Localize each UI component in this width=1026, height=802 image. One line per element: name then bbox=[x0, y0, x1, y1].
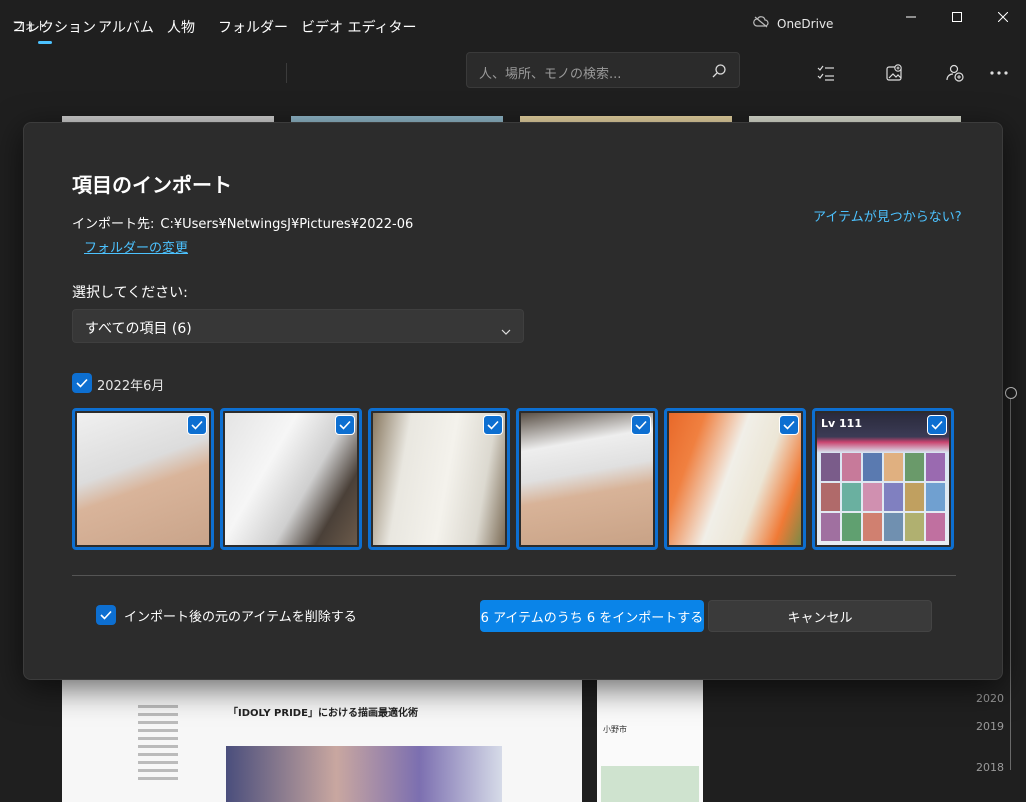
group-select-checkbox[interactable] bbox=[72, 373, 92, 393]
add-person-icon[interactable] bbox=[944, 62, 966, 84]
import-destination: インポート先: C:¥Users¥NetwingsJ¥Pictures¥2022-… bbox=[72, 213, 413, 232]
article-title: 「IDOLY PRIDE」における描画最適化術 bbox=[228, 708, 418, 719]
map-place-name: 小野市 bbox=[603, 725, 627, 734]
import-thumbnail[interactable] bbox=[72, 408, 214, 550]
tab-collection[interactable]: コレクション bbox=[12, 17, 96, 44]
dropdown-value: すべての項目 (6) bbox=[85, 321, 192, 337]
nav-divider bbox=[286, 63, 287, 83]
dialog-divider bbox=[72, 575, 956, 576]
tab-folder[interactable]: フォルダー bbox=[218, 17, 288, 37]
checkmark-icon bbox=[487, 420, 499, 430]
minimize-icon bbox=[906, 16, 916, 18]
checkmark-icon bbox=[76, 378, 88, 388]
destination-path: C:¥Users¥NetwingsJ¥Pictures¥2022-06 bbox=[160, 217, 414, 232]
tab-album[interactable]: アルバム bbox=[98, 17, 154, 37]
import-button[interactable]: 6 アイテムのうち 6 をインポートする bbox=[480, 600, 704, 632]
import-dialog: 項目のインポート インポート先: C:¥Users¥NetwingsJ¥Pictu… bbox=[23, 122, 1003, 680]
thumbnail-checkbox[interactable] bbox=[927, 415, 947, 435]
timeline-year[interactable]: 2019 bbox=[976, 720, 1004, 733]
article-image bbox=[226, 746, 502, 802]
checkmark-icon bbox=[100, 610, 112, 620]
close-button[interactable] bbox=[980, 0, 1026, 34]
thumbnail-checkbox[interactable] bbox=[631, 415, 651, 435]
checkmark-icon bbox=[191, 420, 203, 430]
gallery-thumbnail-article[interactable]: 「IDOLY PRIDE」における描画最適化術 bbox=[62, 680, 582, 802]
checkmark-icon bbox=[783, 420, 795, 430]
card-grid bbox=[821, 453, 945, 541]
import-thumbnail[interactable]: Lv 111 bbox=[812, 408, 954, 550]
close-icon bbox=[998, 12, 1008, 22]
cloud-off-icon bbox=[753, 16, 769, 31]
level-badge: Lv 111 bbox=[821, 417, 862, 430]
tab-video-editor[interactable]: ビデオ エディター bbox=[301, 17, 416, 37]
checkmark-icon bbox=[339, 420, 351, 430]
timeline-track[interactable] bbox=[1010, 390, 1011, 770]
maximize-icon bbox=[952, 12, 962, 22]
chevron-down-icon bbox=[501, 320, 511, 339]
import-thumbnail[interactable] bbox=[220, 408, 362, 550]
cancel-button[interactable]: キャンセル bbox=[708, 600, 932, 632]
timeline-scrubber[interactable] bbox=[1005, 387, 1017, 399]
article-sidebar bbox=[138, 700, 178, 785]
import-thumbnail[interactable] bbox=[368, 408, 510, 550]
tab-people[interactable]: 人物 bbox=[167, 17, 195, 37]
select-list-icon[interactable] bbox=[815, 62, 837, 84]
filter-dropdown[interactable]: すべての項目 (6) bbox=[72, 309, 524, 343]
gallery-thumbnail-map[interactable]: 小野市 bbox=[597, 680, 703, 802]
import-thumbnail[interactable] bbox=[516, 408, 658, 550]
thumbnail-checkbox[interactable] bbox=[779, 415, 799, 435]
change-folder-link[interactable]: フォルダーの変更 bbox=[84, 237, 188, 256]
image-import-icon[interactable] bbox=[884, 62, 906, 84]
onedrive-label: OneDrive bbox=[777, 16, 834, 31]
timeline-year[interactable]: 2020 bbox=[976, 692, 1004, 705]
delete-after-import-checkbox[interactable] bbox=[96, 605, 116, 625]
maximize-button[interactable] bbox=[934, 0, 980, 34]
destination-label: インポート先: bbox=[72, 217, 155, 232]
dialog-title: 項目のインポート bbox=[72, 173, 232, 197]
thumbnail-strip: Lv 111 bbox=[72, 408, 956, 552]
minimize-button[interactable] bbox=[888, 0, 934, 34]
search-icon[interactable] bbox=[711, 63, 727, 83]
thumbnail-checkbox[interactable] bbox=[187, 415, 207, 435]
thumbnail-checkbox[interactable] bbox=[483, 415, 503, 435]
checkmark-icon bbox=[931, 420, 943, 430]
thumbnail-checkbox[interactable] bbox=[335, 415, 355, 435]
items-not-found-link[interactable]: アイテムが見つからない? bbox=[813, 206, 962, 225]
checkmark-icon bbox=[635, 420, 647, 430]
map-image bbox=[601, 766, 699, 802]
group-date-label: 2022年6月 bbox=[97, 379, 165, 394]
select-label: 選択してください: bbox=[72, 285, 188, 301]
search-input[interactable]: 人、場所、モノの検索... bbox=[479, 63, 621, 82]
more-icon[interactable] bbox=[988, 62, 1010, 84]
delete-after-import-label[interactable]: インポート後の元のアイテムを削除する bbox=[124, 606, 357, 625]
timeline-year[interactable]: 2018 bbox=[976, 761, 1004, 774]
onedrive-status[interactable]: OneDrive bbox=[753, 16, 833, 31]
search-box[interactable]: 人、場所、モノの検索... bbox=[466, 52, 740, 88]
import-thumbnail[interactable] bbox=[664, 408, 806, 550]
title-bar: フォト OneDrive bbox=[0, 0, 1026, 48]
